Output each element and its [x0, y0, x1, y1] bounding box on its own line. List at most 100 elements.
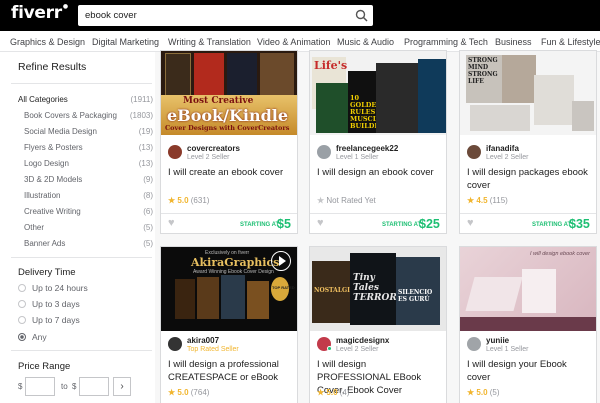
category-all[interactable]: All Categories (1911) [18, 95, 153, 104]
star-icon: ★ [317, 388, 325, 397]
nav-item-business[interactable]: Business [495, 37, 532, 47]
gig-thumbnail[interactable]: Exclusively on fiverr AkiraGraphics Awar… [161, 247, 297, 331]
thumb-text: AkiraGraphics [191, 256, 280, 269]
gig-rating: ★ 5.0 (4) [317, 388, 350, 397]
star-icon: ★ [467, 196, 475, 205]
nav-item-video-animation[interactable]: Video & Animation [257, 37, 330, 47]
category-label: Illustration [24, 191, 61, 200]
thumb-text: eBook/Kindle [167, 106, 289, 125]
gig-rating: ★ 5.0 (5) [467, 388, 500, 397]
category-social-media[interactable]: Social Media Design (19) [24, 127, 153, 136]
gig-title[interactable]: I will create an ebook cover [168, 166, 292, 179]
delivery-any-option[interactable]: Any [18, 332, 47, 342]
star-icon: ★ [317, 196, 325, 205]
heart-icon[interactable]: ♥ [467, 217, 474, 229]
category-book-covers[interactable]: Book Covers & Packaging (1803) [24, 111, 153, 120]
thumb-text: Most Creative [183, 96, 254, 106]
category-count: (1803) [129, 111, 153, 120]
gig-thumbnail[interactable]: I will design ebook cover [460, 247, 596, 331]
search-input[interactable] [78, 5, 350, 26]
gig-title[interactable]: I will design your Ebook cover [467, 358, 591, 384]
seller-level: Level 2 Seller [336, 346, 379, 353]
nav-item-writing-translation[interactable]: Writing & Translation [168, 37, 251, 47]
seller-level: Level 2 Seller [486, 154, 529, 161]
nav-item-music-audio[interactable]: Music & Audio [337, 37, 394, 47]
nav-item-fun-lifestyle[interactable]: Fun & Lifestyle [541, 37, 600, 47]
delivery-24h-option[interactable]: Up to 24 hours [18, 283, 88, 293]
gig-card[interactable]: I will design ebook cover yuniie Level 1… [459, 246, 597, 403]
avatar[interactable] [168, 145, 182, 159]
gig-card[interactable]: Life's 10 GOLDEN RULES OF MUSCLE BUILDIN… [309, 50, 447, 234]
apply-price-button[interactable]: › [113, 377, 131, 396]
gig-thumbnail[interactable]: Life's 10 GOLDEN RULES OF MUSCLE BUILDIN… [310, 51, 446, 135]
thumb-text: Cover Designs with CoverCreators [165, 124, 290, 132]
gig-price: $25 [419, 217, 440, 231]
seller-name[interactable]: freelancegeek22 [336, 144, 398, 153]
gig-title[interactable]: I will design packages ebook cover [467, 166, 591, 192]
category-label: Book Covers & Packaging [24, 111, 117, 120]
gig-thumbnail[interactable]: Most Creative eBook/Kindle Cover Designs… [161, 51, 297, 135]
seller-level: Level 1 Seller [336, 154, 379, 161]
radio-button-selected [18, 333, 26, 341]
nav-item-graphics-design[interactable]: Graphics & Design [10, 37, 85, 47]
nav-item-programming-tech[interactable]: Programming & Tech [404, 37, 488, 47]
category-label: Other [24, 223, 45, 232]
gig-card[interactable]: Exclusively on fiverr AkiraGraphics Awar… [160, 246, 298, 403]
seller-name[interactable]: akira007 [187, 336, 219, 345]
category-illustration[interactable]: Illustration (8) [24, 191, 153, 200]
delivery-3d-option[interactable]: Up to 3 days [18, 299, 80, 309]
min-price-input[interactable] [25, 377, 55, 396]
gig-rating: ★ Not Rated Yet [317, 196, 376, 205]
price-range-title: Price Range [18, 361, 71, 372]
star-icon: ★ [168, 388, 176, 397]
gig-price: $35 [569, 217, 590, 231]
gig-card[interactable]: NOSTALGIA Tiny Tales TERROR SILENCIO ES … [309, 246, 447, 403]
top-header: fiverr● [0, 0, 600, 31]
search-bar [78, 5, 373, 26]
gig-card[interactable]: STRONG MIND STRONG LIFE ifanadifa Level … [459, 50, 597, 234]
seller-name[interactable]: magicdesignx [336, 336, 389, 345]
delivery-7d-option[interactable]: Up to 7 days [18, 315, 80, 325]
category-creative-writing[interactable]: Creative Writing (6) [24, 207, 153, 216]
seller-name[interactable]: covercreators [187, 144, 240, 153]
thumb-text: Life's [314, 59, 348, 72]
nav-item-digital-marketing[interactable]: Digital Marketing [92, 37, 159, 47]
gig-title[interactable]: I will design an ebook cover [317, 166, 441, 179]
gig-thumbnail[interactable]: STRONG MIND STRONG LIFE [460, 51, 596, 135]
starting-at-label: STARTING AT [532, 222, 572, 228]
category-other[interactable]: Other (5) [24, 223, 153, 232]
avatar[interactable] [317, 145, 331, 159]
heart-icon[interactable]: ♥ [168, 217, 175, 229]
gig-rating: ★ 5.0 (764) [168, 388, 210, 397]
category-logo-design[interactable]: Logo Design (13) [24, 159, 153, 168]
star-icon: ★ [467, 388, 475, 397]
currency-label: $ [72, 382, 77, 391]
seller-name[interactable]: ifanadifa [486, 144, 519, 153]
gig-thumbnail[interactable]: NOSTALGIA Tiny Tales TERROR SILENCIO ES … [310, 247, 446, 331]
thumb-text: TOP RATED [272, 285, 295, 290]
fiverr-logo[interactable]: fiverr● [11, 3, 68, 23]
gig-card[interactable]: Most Creative eBook/Kindle Cover Designs… [160, 50, 298, 234]
avatar[interactable] [467, 145, 481, 159]
gig-title[interactable]: I will design a professional CREATESPACE… [168, 358, 292, 384]
heart-icon[interactable]: ♥ [317, 217, 324, 229]
category-label: Creative Writing [24, 207, 81, 216]
category-count: (8) [143, 191, 153, 200]
radio-button [18, 284, 26, 292]
avatar[interactable] [168, 337, 182, 351]
max-price-input[interactable] [79, 377, 109, 396]
seller-name[interactable]: yuniie [486, 336, 509, 345]
category-3d-2d-models[interactable]: 3D & 2D Models (9) [24, 175, 153, 184]
gig-price: $5 [277, 217, 291, 231]
category-flyers-posters[interactable]: Flyers & Posters (13) [24, 143, 153, 152]
thumb-text: SILENCIO ES GURÚ [398, 289, 433, 303]
search-icon[interactable] [355, 9, 368, 22]
online-status-dot [327, 346, 332, 351]
to-label: to [61, 382, 68, 391]
divider [310, 213, 446, 214]
category-count: (9) [143, 175, 153, 184]
category-banner-ads[interactable]: Banner Ads (5) [24, 239, 153, 248]
radio-button [18, 316, 26, 324]
avatar[interactable] [467, 337, 481, 351]
starting-at-label: STARTING AT [240, 222, 280, 228]
